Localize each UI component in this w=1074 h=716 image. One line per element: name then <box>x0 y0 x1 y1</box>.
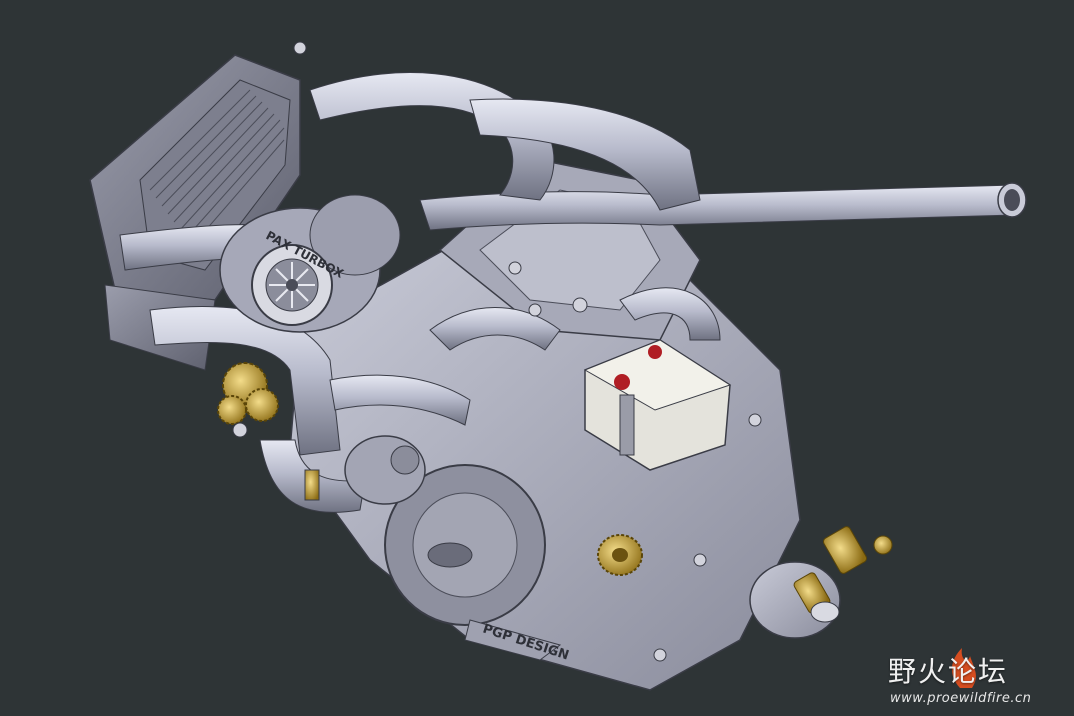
watermark-title: 野火论坛 <box>888 655 1009 688</box>
output-shaft-spline <box>597 534 643 576</box>
battery-terminal-negative <box>648 345 662 359</box>
cam-gear-assembly <box>217 362 279 425</box>
watermark-url: www.proewildfire.cn <box>890 691 1032 706</box>
engine-model-view: PGP DESIGN PAX TURBOX <box>89 41 1027 691</box>
battery-terminal-positive <box>614 374 630 390</box>
